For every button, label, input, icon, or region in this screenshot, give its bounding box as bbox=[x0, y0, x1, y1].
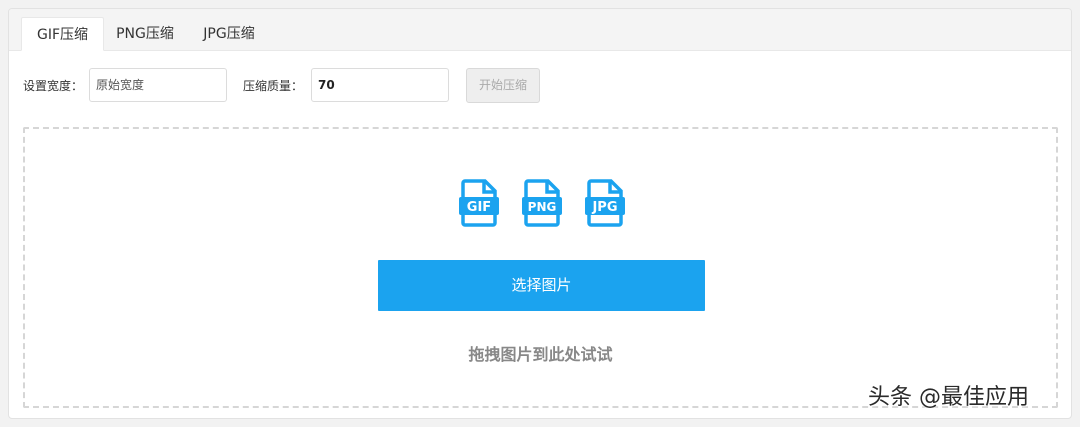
tab-gif[interactable]: GIF压缩 bbox=[21, 17, 104, 51]
app-window: GIF压缩 PNG压缩 JPG压缩 设置宽度： 压缩质量： 开始压缩 GIF P… bbox=[8, 8, 1072, 419]
tab-jpg[interactable]: JPG压缩 bbox=[186, 17, 272, 51]
quality-label: 压缩质量： bbox=[243, 79, 304, 93]
drop-hint: 拖拽图片到此处试试 bbox=[468, 345, 613, 364]
png-icon-text: PNG bbox=[528, 200, 557, 214]
gif-icon-text: GIF bbox=[467, 200, 491, 215]
gif-file-icon: GIF bbox=[459, 179, 499, 227]
tab-bar: GIF压缩 PNG压缩 JPG压缩 bbox=[9, 9, 1071, 51]
settings-toolbar: 设置宽度： 压缩质量： 开始压缩 bbox=[9, 51, 1071, 117]
watermark: 头条 @最佳应用 bbox=[868, 385, 1029, 410]
tab-png[interactable]: PNG压缩 bbox=[104, 17, 186, 51]
width-input[interactable] bbox=[89, 68, 227, 102]
start-compress-button[interactable]: 开始压缩 bbox=[466, 68, 540, 103]
drop-zone[interactable]: GIF PNG JPG 选择图片 拖拽图片到此处试试 bbox=[23, 127, 1058, 408]
file-type-icons: GIF PNG JPG bbox=[459, 179, 639, 229]
width-label: 设置宽度： bbox=[23, 79, 84, 93]
jpg-icon-text: JPG bbox=[591, 200, 617, 215]
jpg-file-icon: JPG bbox=[585, 179, 625, 227]
select-image-button[interactable]: 选择图片 bbox=[378, 260, 705, 311]
png-file-icon: PNG bbox=[522, 179, 562, 227]
quality-input[interactable] bbox=[311, 68, 449, 102]
